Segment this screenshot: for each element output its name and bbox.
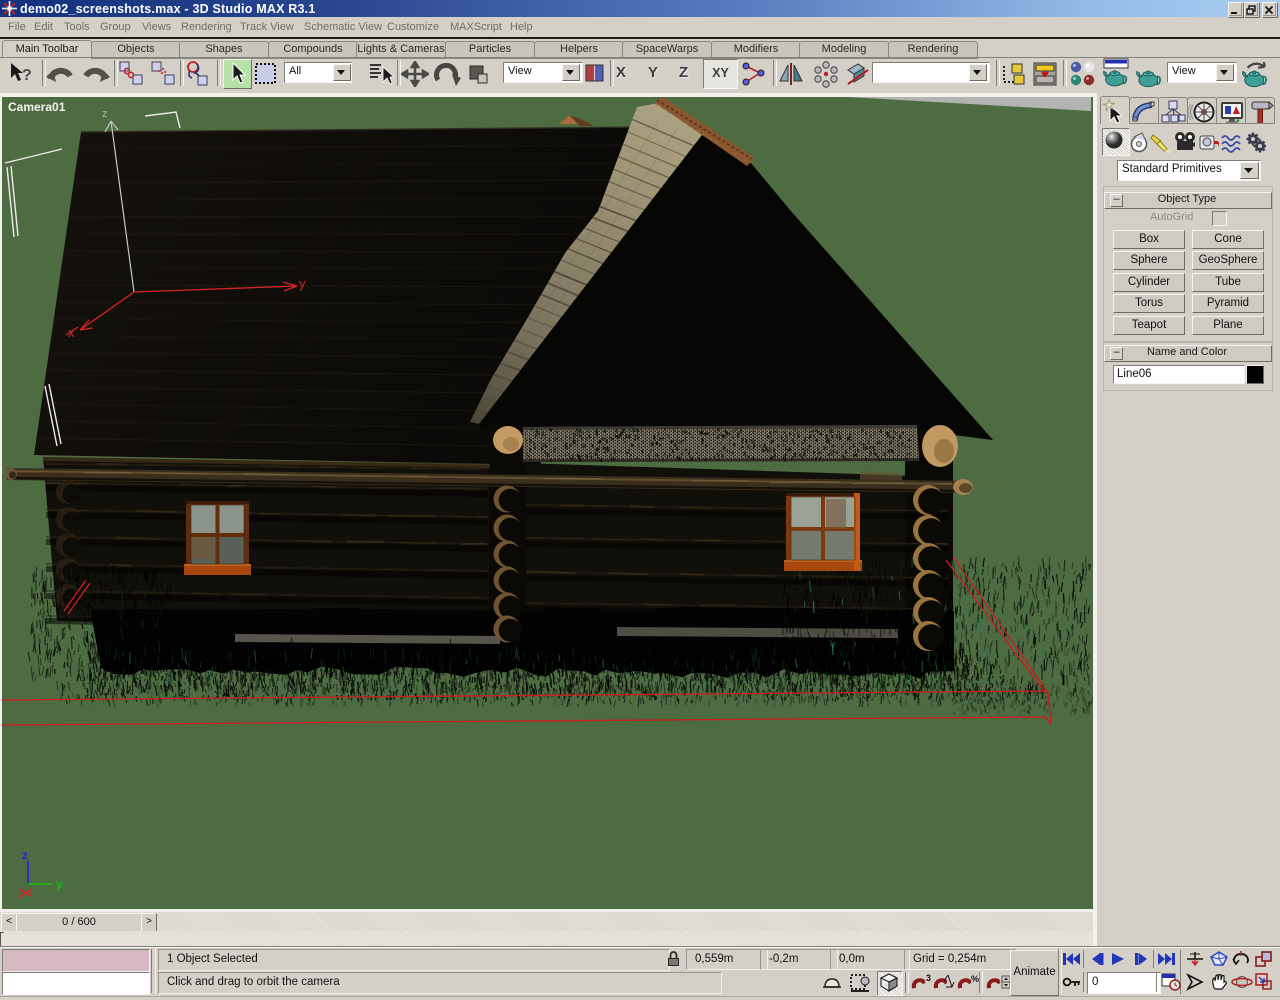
svg-text:z: z [102,108,108,120]
svg-text:%: % [971,974,979,984]
svg-text:z: z [22,848,28,862]
svg-text:y: y [299,276,306,291]
svg-text:3: 3 [926,973,931,983]
svg-text:Camera01: Camera01 [8,100,66,114]
svg-text:?: ? [22,67,32,84]
svg-text:x: x [68,325,75,340]
svg-text:y: y [56,877,63,891]
